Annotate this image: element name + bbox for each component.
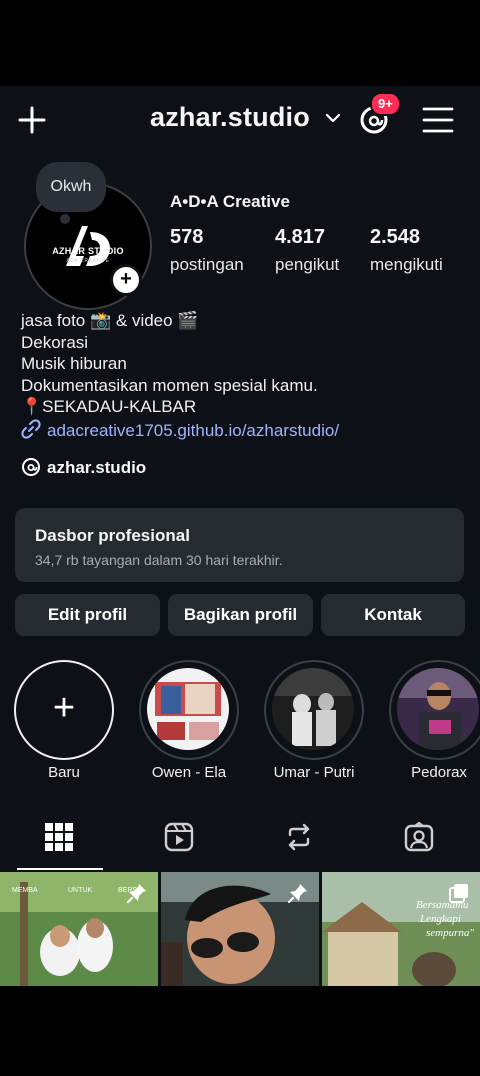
grid-overlay-text: sempurna" xyxy=(426,927,474,939)
bio: jasa foto 📸 & video 🎬 Dekorasi Musik hib… xyxy=(21,310,318,418)
bio-link[interactable]: adacreative1705.github.io/azharstudio/ xyxy=(21,419,339,441)
threads-profile-link[interactable]: azhar.studio xyxy=(21,457,146,478)
tagged-icon xyxy=(404,822,434,852)
avatar-tagline-text: ADA CREATIVE xyxy=(66,258,110,264)
tab-reels[interactable] xyxy=(120,810,240,866)
stat-posts[interactable]: 578 postingan xyxy=(170,226,244,275)
grid-icon xyxy=(45,823,73,851)
plus-icon: + xyxy=(52,687,76,729)
threads-icon xyxy=(22,458,40,476)
bio-line: Dekorasi xyxy=(21,332,89,352)
dashboard-subtitle: 34,7 rb tayangan dalam 30 hari terakhir. xyxy=(35,552,283,568)
post-grid: MEMBA UNTUK BERS Bersamamu Lengkapi semp… xyxy=(0,872,480,986)
professional-dashboard[interactable]: Dasbor profesional 34,7 rb tayangan dala… xyxy=(15,508,464,582)
stat-following-label: mengikuti xyxy=(370,255,443,274)
grid-overlay-text: Lengkapi xyxy=(419,913,461,925)
top-bar: azhar.studio 9+ xyxy=(0,86,480,152)
bio-line: jasa foto 📸 & video 🎬 xyxy=(21,311,199,330)
reposts-icon xyxy=(288,823,310,851)
edit-profile-button[interactable]: Edit profil xyxy=(15,594,160,636)
highlight-label: Owen - Ela xyxy=(151,764,227,781)
carousel-icon xyxy=(449,884,468,903)
bio-link-text[interactable]: adacreative1705.github.io/azharstudio/ xyxy=(47,421,339,440)
note-tail xyxy=(60,214,70,224)
stat-posts-label: postingan xyxy=(170,255,244,274)
highlight-cover xyxy=(272,668,354,750)
display-name: A•D•A Creative xyxy=(170,192,290,211)
share-profile-button[interactable]: Bagikan profil xyxy=(168,594,313,636)
dashboard-title: Dasbor profesional xyxy=(35,526,190,545)
grid-post[interactable]: Bersamamu Lengkapi sempurna" xyxy=(322,872,480,986)
link-icon xyxy=(21,419,41,439)
avatar-brand-text: AZHAR STUDIO xyxy=(52,246,124,256)
stat-following-value: 2.548 xyxy=(370,226,421,248)
tab-grid[interactable] xyxy=(0,810,120,866)
threads-handle[interactable]: azhar.studio xyxy=(47,458,146,477)
pin-icon xyxy=(287,884,307,904)
grid-overlay-text: UNTUK xyxy=(68,887,92,894)
profile-note[interactable]: Okwh xyxy=(36,162,106,212)
stat-posts-value: 578 xyxy=(170,226,204,248)
highlight-cover xyxy=(147,668,229,750)
stat-followers-value: 4.817 xyxy=(275,226,326,248)
contact-button[interactable]: Kontak xyxy=(321,594,465,636)
grid-post[interactable]: MEMBA UNTUK BERS xyxy=(0,872,158,986)
grid-post[interactable] xyxy=(161,872,319,986)
bottom-bar-blank xyxy=(0,986,480,1076)
bio-line: Dokumentasikan momen spesial kamu. xyxy=(21,375,318,395)
active-tab-indicator xyxy=(17,868,103,870)
bio-line: Musik hiburan xyxy=(21,354,127,373)
pin-icon xyxy=(126,884,146,904)
highlight-label: Umar - Putri xyxy=(273,764,355,781)
highlight-cover xyxy=(397,668,479,750)
username-switcher[interactable]: azhar.studio xyxy=(150,102,310,133)
tab-tagged[interactable] xyxy=(360,810,480,866)
stat-followers[interactable]: 4.817 pengikut xyxy=(275,226,339,275)
add-story-button[interactable]: + xyxy=(110,264,142,296)
notification-badge: 9+ xyxy=(370,92,401,116)
plus-icon[interactable] xyxy=(16,104,48,136)
content-tabs xyxy=(0,810,480,870)
profile-screen: azhar.studio 9+ AZHAR STUDIO ADA CREATIV… xyxy=(0,86,480,986)
stat-followers-label: pengikut xyxy=(275,255,340,274)
menu-icon[interactable] xyxy=(422,106,454,134)
grid-overlay-text: MEMBA xyxy=(12,887,38,894)
reels-icon xyxy=(164,822,194,852)
highlight-label: Baru xyxy=(48,764,80,781)
chevron-down-icon[interactable] xyxy=(325,112,341,124)
stat-following[interactable]: 2.548 mengikuti xyxy=(370,226,443,275)
bio-line: 📍SEKADAU-KALBAR xyxy=(21,397,197,416)
tab-reposts[interactable] xyxy=(240,810,360,866)
highlight-label: Pedorax xyxy=(411,764,467,781)
